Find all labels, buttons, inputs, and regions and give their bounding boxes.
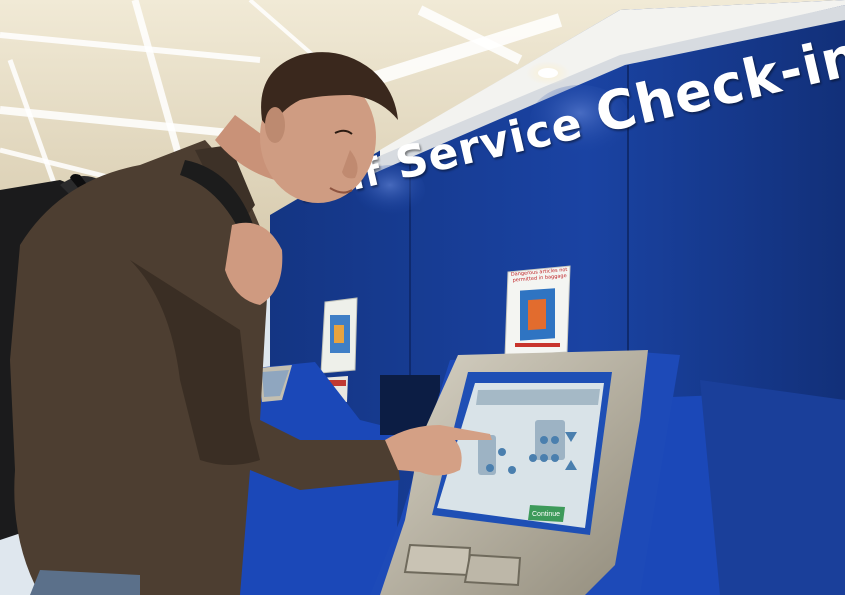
ear: [265, 107, 285, 143]
kiosk-continue-label: Continue: [532, 511, 560, 518]
kiosk-card-slot: [403, 543, 472, 577]
sign-word-check-in: Check-in: [589, 23, 845, 146]
photo-scene: Self Service Check-in Dangerous articles…: [0, 0, 845, 595]
sign-word-service: Service: [390, 97, 588, 191]
